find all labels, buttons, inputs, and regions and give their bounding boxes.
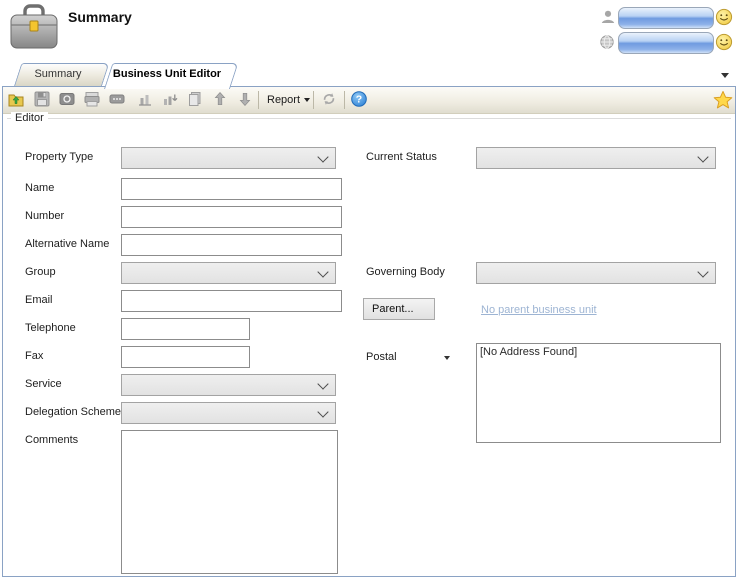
alternative-name-field[interactable] [121,234,342,256]
refresh-icon[interactable] [320,90,340,110]
move-up-icon[interactable] [211,90,231,110]
tab-business-unit-editor[interactable]: Business Unit Editor [104,63,230,89]
user-status-bar [618,7,714,29]
fax-field[interactable] [121,346,250,368]
group-select[interactable] [121,262,336,284]
record-icon[interactable] [58,90,78,110]
chevron-down-icon [697,266,708,277]
tab-label: Business Unit Editor [104,63,230,86]
report-button-label: Report [267,94,300,106]
smiley-icon [715,33,733,56]
toolbar-separator [344,91,345,109]
parent-link[interactable]: No parent business unit [481,304,597,316]
governing-body-label: Governing Body [366,266,445,278]
tab-label: Summary [14,63,102,86]
strip-icon[interactable] [108,90,128,110]
alternative-name-label: Alternative Name [25,238,109,250]
chevron-down-icon [304,98,310,102]
comments-field[interactable] [121,430,338,574]
chevron-down-icon [317,266,328,277]
chevron-down-icon [317,378,328,389]
property-type-select[interactable] [121,147,336,169]
telephone-field[interactable] [121,318,250,340]
name-field[interactable] [121,178,342,200]
chevron-down-icon [317,406,328,417]
print-icon[interactable] [83,90,103,110]
telephone-label: Telephone [25,322,76,334]
home-icon[interactable] [7,90,27,110]
editor-groupbox-border [7,118,731,119]
tab-summary[interactable]: Summary [14,63,102,86]
service-select[interactable] [121,374,336,396]
postal-label: Postal [366,351,397,363]
number-label: Number [25,210,64,222]
number-field[interactable] [121,206,342,228]
help-icon[interactable]: ? [350,90,370,110]
move-down-icon[interactable] [236,90,256,110]
email-label: Email [25,294,53,306]
favorite-star-icon[interactable] [713,90,733,110]
page-title: Summary [68,9,132,25]
chevron-down-icon [317,151,328,162]
postal-address-field[interactable]: [No Address Found] [476,343,721,443]
chevron-down-icon [697,151,708,162]
smiley-icon [715,8,733,31]
governing-body-select[interactable] [476,262,716,284]
business-unit-editor-window: Summary [0,0,738,578]
email-field[interactable] [121,290,342,312]
editor-panel: Report [2,86,736,577]
address-type-dropdown-icon[interactable] [444,356,450,360]
toolbar-separator [258,91,259,109]
chart-export-icon[interactable] [161,90,181,110]
delegation-scheme-select[interactable] [121,402,336,424]
group-label: Group [25,266,56,278]
globe-status-bar [618,32,714,54]
toolbar: Report [3,87,735,114]
save-icon[interactable] [33,90,53,110]
copy-icon[interactable] [186,90,206,110]
globe-icon [599,34,615,55]
report-button[interactable]: Report [267,87,310,113]
toolbar-separator [313,91,314,109]
tab-list-dropdown-icon[interactable] [721,73,729,78]
comments-label: Comments [25,434,78,446]
property-type-label: Property Type [25,151,93,163]
user-icon [600,9,616,30]
editor-groupbox-label: Editor [11,112,48,124]
delegation-scheme-label: Delegation Scheme [25,406,121,418]
service-label: Service [25,378,62,390]
parent-button[interactable]: Parent... [363,298,435,320]
current-status-label: Current Status [366,151,437,163]
current-status-select[interactable] [476,147,716,169]
chart-icon[interactable] [136,90,156,110]
fax-label: Fax [25,350,43,362]
briefcase-icon [8,4,60,52]
name-label: Name [25,182,54,194]
svg-text:?: ? [356,94,362,106]
